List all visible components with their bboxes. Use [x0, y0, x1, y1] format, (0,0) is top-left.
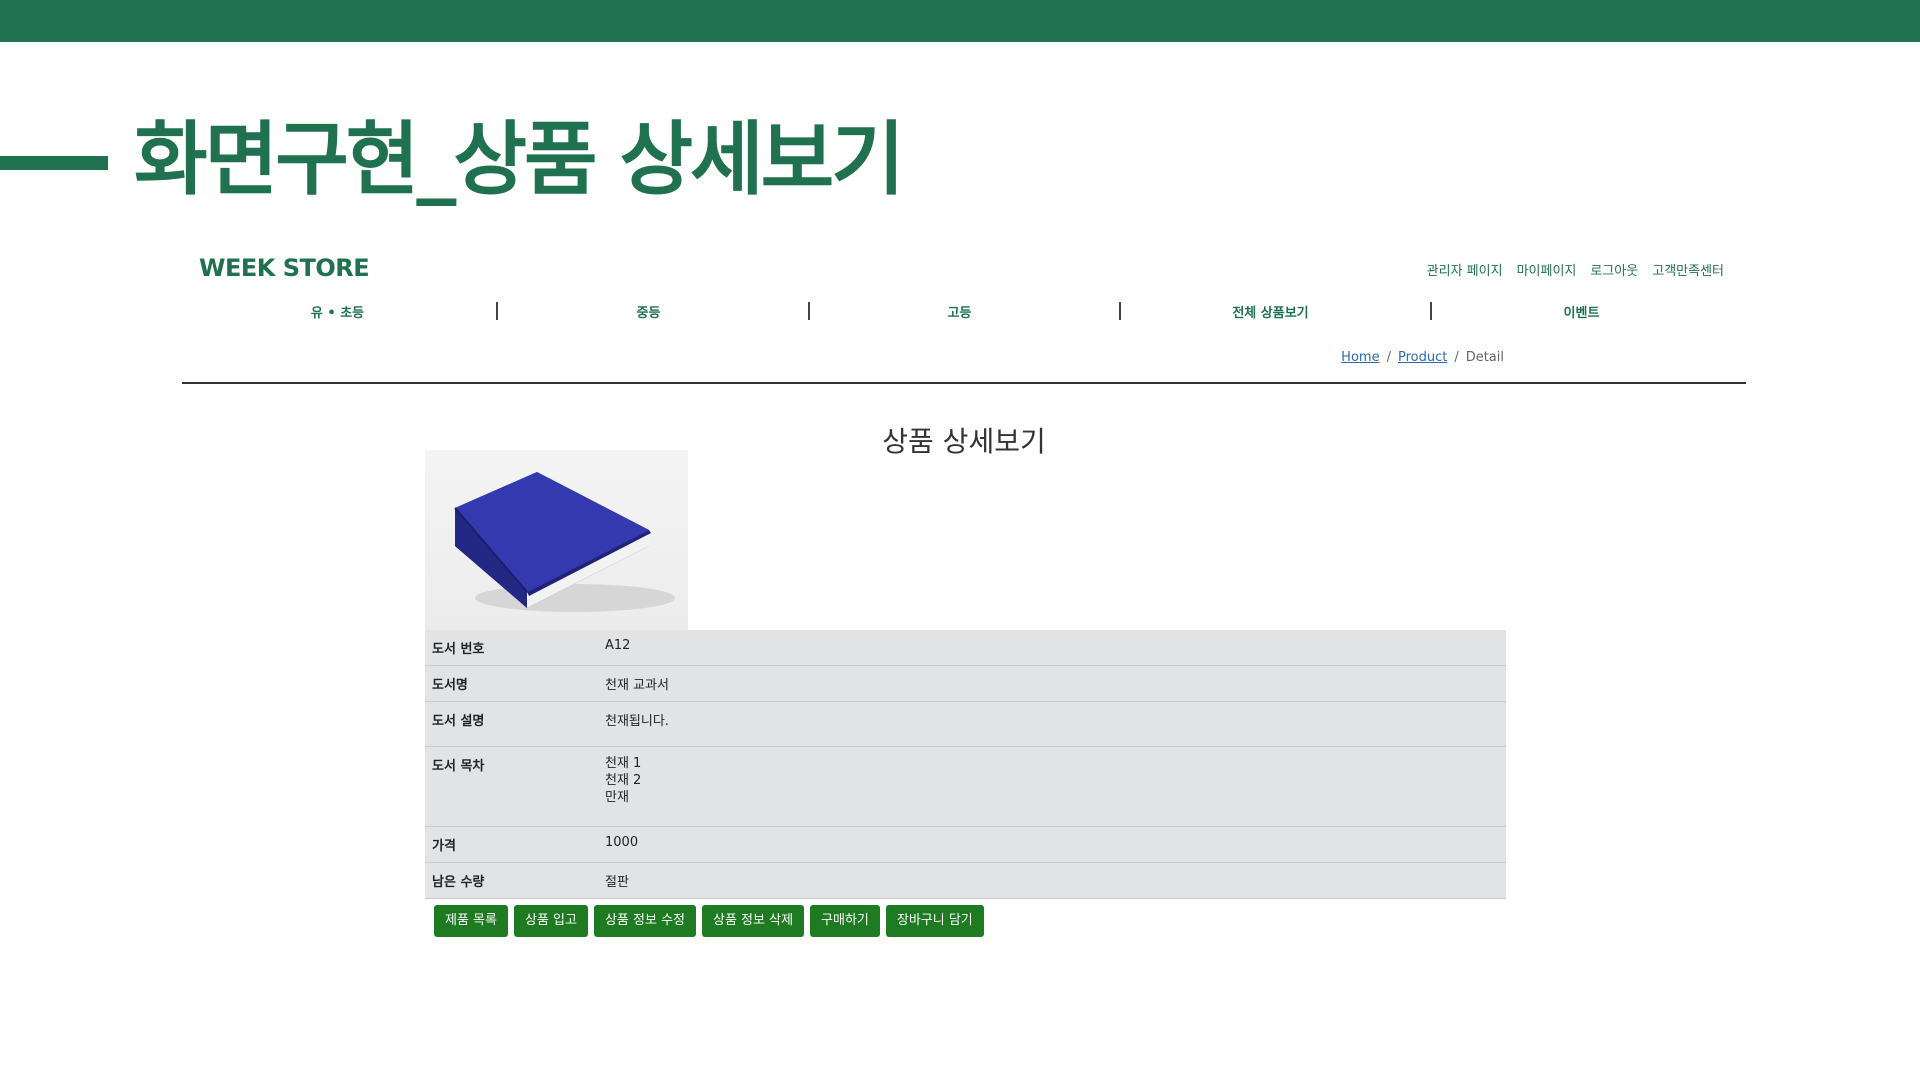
book-number-label: 도서 번호 — [425, 630, 598, 666]
breadcrumb: Home / Product / Detail — [1341, 350, 1504, 365]
top-accent-bar — [0, 0, 1920, 42]
book-name-label: 도서명 — [425, 665, 598, 702]
toc-line: 천재 2 — [605, 773, 642, 788]
stock-value: 절판 — [598, 862, 1506, 899]
logout-link[interactable]: 로그아웃 — [1590, 260, 1638, 279]
book-number-value: A12 — [598, 630, 1506, 666]
utility-links: 관리자 페이지 마이페이지 로그아웃 고객만족센터 — [1427, 260, 1724, 279]
nav-item-middle[interactable]: 중등 — [493, 294, 804, 334]
toc-line: 천재 1 — [605, 756, 642, 771]
site-logo[interactable]: WEEK STORE — [199, 254, 370, 282]
nav-item-high[interactable]: 고등 — [804, 294, 1115, 334]
breadcrumb-separator: / — [1454, 350, 1459, 365]
breadcrumb-product-link[interactable]: Product — [1398, 350, 1447, 365]
product-info-table: 도서 번호 A12 도서명 천재 교과서 도서 설명 천재됩니다. 도서 목차 … — [425, 630, 1506, 899]
table-row: 도서 설명 천재됩니다. — [425, 701, 1506, 747]
add-to-cart-button[interactable]: 장바구니 담기 — [885, 905, 984, 937]
price-label: 가격 — [425, 826, 598, 863]
header-divider — [182, 382, 1746, 384]
product-list-button[interactable]: 제품 목록 — [434, 905, 508, 937]
book-description-value: 천재됩니다. — [598, 701, 1506, 747]
toc-line: 만재 — [605, 790, 629, 805]
blue-book-icon — [454, 472, 675, 612]
table-row: 도서 목차 천재 1 천재 2 만재 — [425, 746, 1506, 827]
title-dash-decoration — [0, 156, 108, 170]
nav-item-elementary[interactable]: 유 • 초등 — [182, 294, 493, 334]
action-buttons: 제품 목록 상품 입고 상품 정보 수정 상품 정보 삭제 구매하기 장바구니 … — [434, 905, 984, 937]
edit-product-button[interactable]: 상품 정보 수정 — [593, 905, 696, 937]
breadcrumb-separator: / — [1386, 350, 1391, 365]
book-toc-label: 도서 목차 — [425, 746, 598, 827]
table-row: 가격 1000 — [425, 826, 1506, 863]
stock-in-button[interactable]: 상품 입고 — [513, 905, 588, 937]
delete-product-button[interactable]: 상품 정보 삭제 — [702, 905, 805, 937]
breadcrumb-current: Detail — [1465, 350, 1504, 365]
stock-label: 남은 수량 — [425, 862, 598, 899]
book-toc-value: 천재 1 천재 2 만재 — [598, 746, 1506, 827]
product-image — [425, 450, 688, 630]
customer-center-link[interactable]: 고객만족센터 — [1652, 260, 1724, 279]
price-value: 1000 — [598, 826, 1506, 863]
nav-item-event[interactable]: 이벤트 — [1426, 294, 1737, 334]
main-nav: 유 • 초등 중등 고등 전체 상품보기 이벤트 — [182, 294, 1746, 334]
buy-button[interactable]: 구매하기 — [810, 905, 880, 937]
table-row: 도서 번호 A12 — [425, 630, 1506, 666]
table-row: 도서명 천재 교과서 — [425, 665, 1506, 702]
table-row: 남은 수량 절판 — [425, 862, 1506, 899]
slide-title: 화면구현_상품 상세보기 — [134, 113, 905, 206]
page-heading: 상품 상세보기 — [882, 425, 1046, 458]
nav-item-all-products[interactable]: 전체 상품보기 — [1115, 294, 1426, 334]
admin-page-link[interactable]: 관리자 페이지 — [1427, 260, 1503, 279]
book-name-value: 천재 교과서 — [598, 665, 1506, 702]
slide-title-row: 화면구현_상품 상세보기 — [0, 110, 1920, 210]
breadcrumb-home-link[interactable]: Home — [1341, 350, 1379, 365]
mypage-link[interactable]: 마이페이지 — [1517, 260, 1577, 279]
book-description-label: 도서 설명 — [425, 701, 598, 747]
